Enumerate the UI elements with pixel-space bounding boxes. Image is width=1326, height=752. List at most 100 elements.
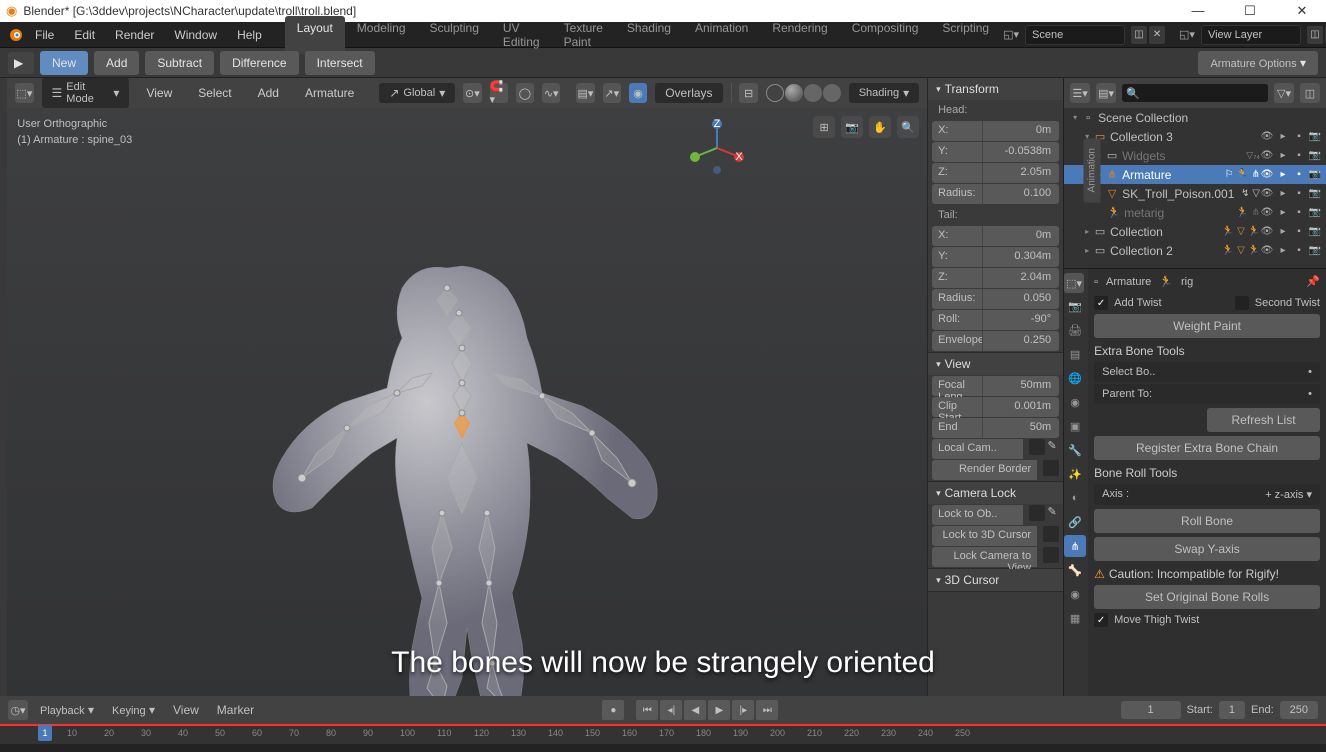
outliner-search[interactable]: 🔍 [1122,84,1268,102]
tail-y-value[interactable]: 0.304m [982,247,1059,267]
new-collection-icon[interactable]: ◫ [1300,83,1320,103]
parentto-dropdown[interactable]: Parent To:• [1094,384,1320,404]
timeline-ruler[interactable]: 1 10203040506070809010011012013014015016… [0,724,1326,744]
menu-window[interactable]: Window [165,24,226,46]
viewlayer-tab[interactable]: ▤ [1064,343,1086,365]
current-frame[interactable]: 1 [1121,701,1181,719]
vp-menu-select[interactable]: Select [189,82,240,104]
filter-icon[interactable]: ▽▾ [1274,83,1294,103]
tab-shading[interactable]: Shading [615,16,683,54]
tail-x-value[interactable]: 0m [982,226,1059,246]
minimize-button[interactable]: — [1180,3,1216,19]
render-tab[interactable]: 📷 [1064,295,1086,317]
keyframe-next-button[interactable]: |▸ [732,700,754,720]
editor-type-icon[interactable]: ⬚▾ [15,83,33,103]
overlays-dropdown[interactable]: Overlays [655,83,722,103]
material-tab[interactable]: ◉ [1064,583,1086,605]
tree-collection[interactable]: ▸▭ Collection🏃 ▽ 🏃 👁▸▪📷 [1064,222,1326,241]
start-frame[interactable]: 1 [1219,701,1245,719]
pan-icon[interactable]: ✋ [869,116,891,138]
vp-menu-armature[interactable]: Armature [296,82,363,104]
intersect-button[interactable]: Intersect [305,51,375,75]
tree-collection-2[interactable]: ▸▭ Collection 2🏃 ▽ 🏃 👁▸▪📷 [1064,241,1326,260]
tab-modeling[interactable]: Modeling [345,16,418,54]
scene-tab[interactable]: 🌐 [1064,367,1086,389]
world-tab[interactable]: ◉ [1064,391,1086,413]
tail-z-value[interactable]: 2.04m [982,268,1059,288]
3dcursor-panel-header[interactable]: 3D Cursor [928,569,1063,591]
marker-menu[interactable]: Marker [211,700,260,720]
visibility-icon[interactable]: ▤▾ [576,83,594,103]
constraint-tab[interactable]: 🔗 [1064,511,1086,533]
shading-modes[interactable] [766,84,841,102]
eye-icon[interactable]: 👁 [1260,130,1274,144]
menu-file[interactable]: File [26,24,63,46]
wireframe-shading-icon[interactable] [766,84,784,102]
jump-end-button[interactable]: ⏭ [756,700,778,720]
navigation-gizmo[interactable]: Z X [687,118,747,178]
maximize-button[interactable]: ☐ [1232,3,1268,19]
prop-editor-type-icon[interactable]: ⬚▾ [1064,273,1084,293]
vp-menu-add[interactable]: Add [249,82,288,104]
blender-icon[interactable] [8,25,24,45]
viewlayer-browse-icon[interactable]: ◱▾ [1179,28,1195,41]
tab-scripting[interactable]: Scripting [930,16,1001,54]
difference-button[interactable]: Difference [220,51,298,75]
head-x-value[interactable]: 0m [982,121,1059,141]
gizmo-toggle-icon[interactable]: ↗▾ [603,83,621,103]
render-icon[interactable]: 📷 [1308,130,1322,144]
tree-widgets[interactable]: ▸▭ Widgets▽₇₄ 👁▸▪📷 [1064,146,1326,165]
head-y-value[interactable]: -0.0538m [982,142,1059,162]
camera-icon[interactable]: 📷 [841,116,863,138]
3d-viewport[interactable]: User Orthographic (1) Armature : spine_0… [7,108,927,696]
viewlayer-new-button[interactable]: ◫ [1307,26,1323,44]
tail-radius-value[interactable]: 0.050 [982,289,1059,309]
texture-tab[interactable]: ▦ [1064,607,1086,629]
lookdev-shading-icon[interactable] [804,84,822,102]
scene-name-field[interactable]: Scene [1025,25,1125,45]
display-mode-icon[interactable]: ▤▾ [1096,83,1116,103]
tree-scene-collection[interactable]: ▾▫ Scene Collection [1064,108,1326,127]
selectbo-dropdown[interactable]: Select Bo..• [1094,362,1320,382]
outliner-tree[interactable]: ▾▫ Scene Collection ▾▭ Collection 3 👁▸▪📷… [1064,108,1326,268]
tree-metarig[interactable]: 🏃 metarig🏃 ⋔ 👁▸▪📷 [1064,203,1326,222]
tree-sk-troll[interactable]: ▸▽ SK_Troll_Poison.001↯ ▽ 👁▸▪📷 [1064,184,1326,203]
focal-value[interactable]: 50mm [982,376,1059,396]
vp-menu-view[interactable]: View [137,82,181,104]
timeline-view-menu[interactable]: View [167,700,205,720]
animation-tab-vertical[interactable]: Animation [1083,138,1100,202]
cursor-icon[interactable]: ▸ [1276,130,1290,144]
output-tab[interactable]: 🖨 [1064,319,1086,341]
tab-uv[interactable]: UV Editing [491,16,552,54]
bone-tab[interactable]: 🦴 [1064,559,1086,581]
timeline-editor-icon[interactable]: ◷▾ [8,700,28,720]
clipend-value[interactable]: 50m [982,418,1059,438]
add-button[interactable]: Add [94,51,139,75]
keyframe-prev-button[interactable]: ◂| [660,700,682,720]
secondtwist-checkbox[interactable] [1235,296,1249,310]
shading-dropdown[interactable]: Shading ▾ [849,83,919,103]
rollbone-button[interactable]: Roll Bone [1094,509,1320,533]
play-button[interactable]: ▶ [708,700,730,720]
overlays-toggle-icon[interactable]: ◉ [629,83,647,103]
playback-menu[interactable]: Playback ▾ [34,700,100,720]
snap-icon[interactable]: 🧲▾ [490,83,508,103]
menu-render[interactable]: Render [106,24,163,46]
menu-edit[interactable]: Edit [65,24,104,46]
pin-icon[interactable]: 📌 [1306,275,1320,288]
camera-icon[interactable]: ▪ [1292,130,1306,144]
prop-type-icon[interactable]: ∿▾ [542,83,560,103]
viewlayer-field[interactable]: View Layer [1201,25,1301,45]
envelope-value[interactable]: 0.250 [982,331,1059,351]
physics-tab[interactable]: ◐ [1064,487,1086,509]
orientation-dropdown[interactable]: ↗ Global ▾ [379,83,455,103]
scene-delete-button[interactable]: ✕ [1149,26,1165,44]
zoom-icon[interactable]: 🔍 [897,116,919,138]
grid-icon[interactable]: ⊞ [813,116,835,138]
new-button[interactable]: New [40,51,88,75]
lock3d-checkbox[interactable] [1043,526,1059,542]
particle-tab[interactable]: ✨ [1064,463,1086,485]
tab-rendering[interactable]: Rendering [760,16,839,54]
play-rev-button[interactable]: ◀ [684,700,706,720]
modifier-tab[interactable]: 🔧 [1064,439,1086,461]
